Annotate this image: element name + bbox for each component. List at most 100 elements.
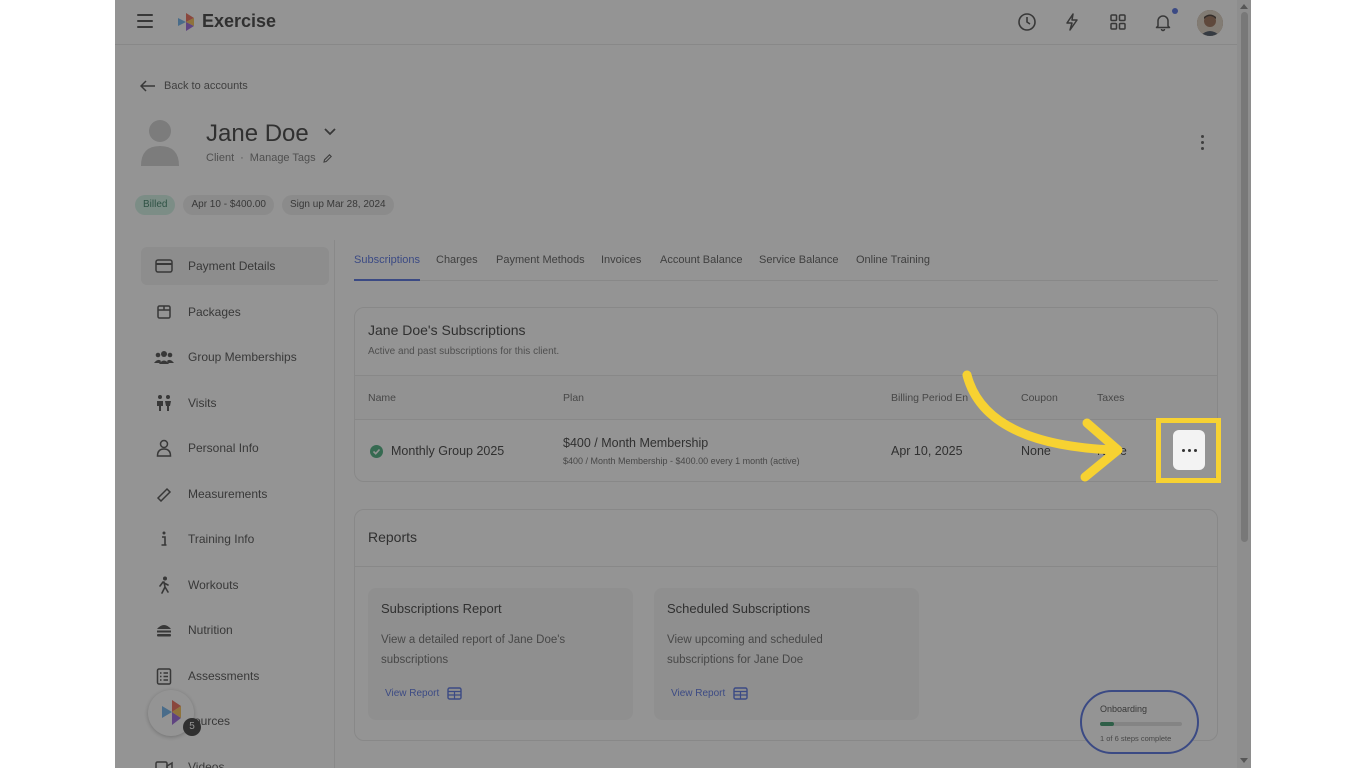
report-card-scheduled: Scheduled Subscriptions View upcoming an… (654, 588, 919, 720)
report-card-subscriptions: Subscriptions Report View a detailed rep… (368, 588, 633, 720)
notification-dot (1172, 8, 1178, 14)
visits-icon (154, 393, 174, 413)
more-options-button[interactable] (1173, 430, 1205, 470)
top-bar: Exercise (115, 0, 1237, 45)
sidebar-item-label: Visits (188, 396, 217, 410)
divider (355, 566, 1217, 567)
back-to-accounts-link[interactable]: Back to accounts (140, 80, 248, 92)
sidebar-item-group-memberships[interactable]: Group Memberships (141, 338, 329, 376)
onboarding-title: Onboarding (1100, 704, 1148, 714)
column-header-taxes[interactable]: Taxes (1097, 392, 1124, 404)
view-report-label: View Report (385, 688, 440, 699)
video-icon (154, 757, 174, 768)
subscription-coupon: None (1021, 444, 1051, 458)
tab-invoices[interactable]: Invoices (601, 254, 641, 281)
subscription-taxes: None (1097, 444, 1127, 458)
checklist-icon (154, 666, 174, 686)
reports-title: Reports (368, 529, 418, 545)
group-icon (154, 347, 174, 367)
notification-count-badge: 5 (183, 718, 201, 736)
sidebar-item-workouts[interactable]: Workouts (141, 566, 329, 604)
onboarding-progress-bar (1100, 722, 1182, 726)
billed-badge: Billed (135, 195, 176, 215)
active-check-icon (370, 445, 383, 458)
arrow-left-icon (140, 80, 155, 92)
pencil-icon[interactable] (322, 153, 333, 164)
menu-icon[interactable] (137, 14, 153, 28)
sidebar-item-videos[interactable]: Videos (141, 748, 329, 768)
sidebar-item-label: Group Memberships (188, 350, 297, 364)
subscriptions-card: Jane Doe's Subscriptions Active and past… (354, 307, 1218, 482)
app-logo-icon (178, 13, 194, 31)
subscription-plan: $400 / Month Membership (563, 436, 709, 450)
more-dot (1193, 448, 1197, 452)
scrollbar-thumb[interactable] (1241, 12, 1248, 542)
lightning-icon[interactable] (1062, 12, 1082, 32)
sidebar-item-label: Workouts (188, 578, 239, 592)
subscriptions-subtitle: Active and past subscriptions for this c… (368, 346, 560, 357)
report-card-description: View upcoming and scheduled subscription… (667, 634, 823, 666)
ruler-icon (154, 484, 174, 504)
clock-icon[interactable] (1017, 12, 1037, 32)
onboarding-progress-fill (1100, 722, 1114, 726)
client-avatar-icon (141, 120, 179, 166)
scroll-up-arrow-icon[interactable] (1240, 4, 1248, 9)
bell-icon[interactable] (1153, 12, 1173, 32)
subscription-plan-detail: $400 / Month Membership - $400.00 every … (563, 456, 800, 466)
sidebar-item-label: Assessments (188, 669, 260, 683)
back-label: Back to accounts (164, 80, 248, 92)
column-header-name[interactable]: Name (368, 392, 396, 404)
burger-icon (154, 620, 174, 640)
credit-card-icon (154, 256, 174, 276)
sidebar-item-label: Measurements (188, 487, 268, 501)
client-status-chips: Billed Apr 10 - $400.00 Sign up Mar 28, … (135, 195, 394, 215)
sidebar-item-label: Payment Details (188, 259, 276, 273)
manage-tags-link[interactable]: Manage Tags (250, 152, 316, 164)
separator-dot: · (240, 152, 244, 164)
column-header-coupon[interactable]: Coupon (1021, 392, 1058, 404)
sidebar-item-packages[interactable]: Packages (141, 293, 329, 331)
next-bill-badge: Apr 10 - $400.00 (183, 195, 274, 215)
client-subtitle: Client · Manage Tags (206, 152, 333, 164)
tab-online-training[interactable]: Online Training (856, 254, 930, 281)
screen: Exercise Back to accounts Jane Doe Clien… (0, 0, 1366, 768)
app-title: Exercise (202, 11, 277, 31)
tab-subscriptions[interactable]: Subscriptions (354, 254, 421, 281)
client-role: Client (206, 152, 235, 164)
onboarding-widget[interactable]: Onboarding 1 of 6 steps complete (1080, 690, 1199, 754)
user-avatar[interactable] (1197, 10, 1223, 36)
sidebar-item-label: Training Info (188, 532, 255, 546)
sidebar-item-nutrition[interactable]: Nutrition (141, 611, 329, 649)
subscriptions-title: Jane Doe's Subscriptions (368, 322, 526, 338)
subscription-name[interactable]: Monthly Group 2025 (391, 444, 504, 458)
sidebar-item-measurements[interactable]: Measurements (141, 475, 329, 513)
sidebar-item-label: Nutrition (188, 623, 233, 637)
view-report-link[interactable]: View Report (671, 687, 748, 700)
account-tabs: Subscriptions Charges Payment Methods In… (354, 254, 1218, 281)
tab-charges[interactable]: Charges (436, 254, 478, 281)
client-name: Jane Doe (206, 120, 309, 147)
tab-service-balance[interactable]: Service Balance (759, 254, 839, 281)
scroll-down-arrow-icon[interactable] (1240, 758, 1248, 763)
sidebar-item-label: Personal Info (188, 441, 259, 455)
tab-account-balance[interactable]: Account Balance (660, 254, 743, 281)
subscription-billing-end: Apr 10, 2025 (891, 444, 963, 458)
chevron-down-icon[interactable] (324, 128, 336, 136)
page-scrollbar[interactable] (1237, 0, 1251, 768)
apps-grid-icon[interactable] (1108, 12, 1128, 32)
package-icon (154, 302, 174, 322)
column-header-plan[interactable]: Plan (563, 392, 584, 404)
more-dot (1187, 448, 1191, 452)
sidebar-item-visits[interactable]: Visits (141, 384, 329, 422)
column-header-billing-period-end[interactable]: Billing Period En (891, 392, 968, 404)
sidebar-item-personal-info[interactable]: Personal Info (141, 429, 329, 467)
table-header: Name Plan Billing Period En Coupon Taxes (355, 375, 1217, 420)
tab-payment-methods[interactable]: Payment Methods (496, 254, 585, 281)
account-sidebar: Payment Details Packages Group Membershi… (135, 240, 335, 768)
running-icon (154, 575, 174, 595)
view-report-link[interactable]: View Report (385, 687, 462, 700)
info-icon (154, 529, 174, 549)
client-options-icon[interactable] (1199, 135, 1205, 153)
sidebar-item-payment-details[interactable]: Payment Details (141, 247, 329, 285)
sidebar-item-training-info[interactable]: Training Info (141, 520, 329, 558)
